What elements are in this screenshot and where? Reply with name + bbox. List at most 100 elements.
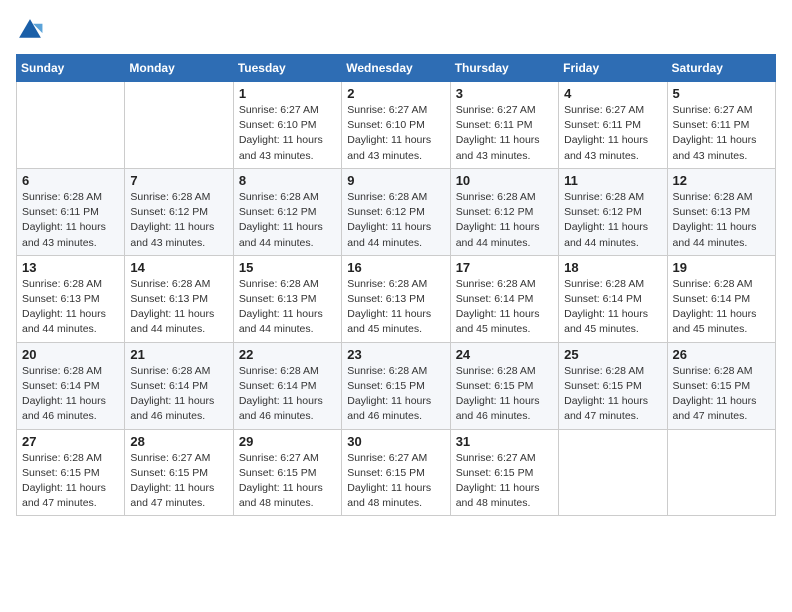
day-info: Sunrise: 6:28 AM Sunset: 6:14 PM Dayligh… — [673, 277, 770, 338]
day-info: Sunrise: 6:28 AM Sunset: 6:13 PM Dayligh… — [673, 190, 770, 251]
day-number: 16 — [347, 260, 444, 275]
calendar-week-row: 20Sunrise: 6:28 AM Sunset: 6:14 PM Dayli… — [17, 342, 776, 429]
calendar-week-row: 6 Sunrise: 6:28 AM Sunset: 6:11 PM Daylig… — [17, 168, 776, 255]
calendar-cell — [125, 82, 233, 169]
day-info: Sunrise: 6:28 AM Sunset: 6:15 PM Dayligh… — [347, 364, 444, 425]
day-info: Sunrise: 6:28 AM Sunset: 6:14 PM Dayligh… — [130, 364, 227, 425]
calendar-cell: 23 Sunrise: 6:28 AM Sunset: 6:15 PM Dayli… — [342, 342, 450, 429]
day-number: 29 — [239, 434, 336, 449]
day-info: Sunrise: 6:28 AM Sunset: 6:15 PM Dayligh… — [673, 364, 770, 425]
day-info: Sunrise: 6:27 AM Sunset: 6:10 PM Dayligh… — [239, 103, 336, 164]
day-number: 25 — [564, 347, 661, 362]
day-number: 10 — [456, 173, 553, 188]
calendar-cell: 7 Sunrise: 6:28 AM Sunset: 6:12 PM Daylig… — [125, 168, 233, 255]
calendar-cell: 9 Sunrise: 6:28 AM Sunset: 6:12 PM Daylig… — [342, 168, 450, 255]
day-of-week-header: Saturday — [667, 55, 775, 82]
day-info: Sunrise: 6:27 AM Sunset: 6:15 PM Dayligh… — [347, 451, 444, 512]
day-number: 4 — [564, 86, 661, 101]
day-info: Sunrise: 6:28 AM Sunset: 6:15 PM Dayligh… — [22, 451, 119, 512]
calendar-cell: 30 Sunrise: 6:27 AM Sunset: 6:15 PM Dayli… — [342, 429, 450, 516]
day-number: 23 — [347, 347, 444, 362]
day-info: Sunrise: 6:27 AM Sunset: 6:15 PM Dayligh… — [456, 451, 553, 512]
calendar-cell: 13 Sunrise: 6:28 AM Sunset: 6:13 PM Dayli… — [17, 255, 125, 342]
day-info: Sunrise: 6:28 AM Sunset: 6:14 PM Dayligh… — [239, 364, 336, 425]
day-number: 27 — [22, 434, 119, 449]
day-of-week-header: Thursday — [450, 55, 558, 82]
day-number: 26 — [673, 347, 770, 362]
day-of-week-header: Friday — [559, 55, 667, 82]
day-number: 8 — [239, 173, 336, 188]
logo — [16, 16, 48, 44]
day-info: Sunrise: 6:27 AM Sunset: 6:15 PM Dayligh… — [239, 451, 336, 512]
calendar-header-row: SundayMondayTuesdayWednesdayThursdayFrid… — [17, 55, 776, 82]
day-info: Sunrise: 6:28 AM Sunset: 6:12 PM Dayligh… — [130, 190, 227, 251]
day-number: 14 — [130, 260, 227, 275]
calendar-cell — [559, 429, 667, 516]
calendar-cell: 26 Sunrise: 6:28 AM Sunset: 6:15 PM Dayli… — [667, 342, 775, 429]
day-info: Sunrise: 6:28 AM Sunset: 6:12 PM Dayligh… — [564, 190, 661, 251]
day-info: Sunrise: 6:28 AM Sunset: 6:13 PM Dayligh… — [130, 277, 227, 338]
day-info: Sunrise: 6:27 AM Sunset: 6:15 PM Dayligh… — [130, 451, 227, 512]
calendar-cell: 18 Sunrise: 6:28 AM Sunset: 6:14 PM Dayli… — [559, 255, 667, 342]
calendar-cell: 20Sunrise: 6:28 AM Sunset: 6:14 PM Dayli… — [17, 342, 125, 429]
calendar-cell: 17Sunrise: 6:28 AM Sunset: 6:14 PM Dayli… — [450, 255, 558, 342]
day-number: 6 — [22, 173, 119, 188]
day-info: Sunrise: 6:27 AM Sunset: 6:11 PM Dayligh… — [564, 103, 661, 164]
calendar-cell: 6 Sunrise: 6:28 AM Sunset: 6:11 PM Daylig… — [17, 168, 125, 255]
calendar-cell: 5 Sunrise: 6:27 AM Sunset: 6:11 PM Daylig… — [667, 82, 775, 169]
calendar-cell: 3Sunrise: 6:27 AM Sunset: 6:11 PM Daylig… — [450, 82, 558, 169]
day-info: Sunrise: 6:27 AM Sunset: 6:11 PM Dayligh… — [456, 103, 553, 164]
day-number: 11 — [564, 173, 661, 188]
day-number: 2 — [347, 86, 444, 101]
calendar-cell: 11 Sunrise: 6:28 AM Sunset: 6:12 PM Dayli… — [559, 168, 667, 255]
calendar-cell: 15Sunrise: 6:28 AM Sunset: 6:13 PM Dayli… — [233, 255, 341, 342]
calendar-cell: 25Sunrise: 6:28 AM Sunset: 6:15 PM Dayli… — [559, 342, 667, 429]
calendar-cell: 10Sunrise: 6:28 AM Sunset: 6:12 PM Dayli… — [450, 168, 558, 255]
day-info: Sunrise: 6:28 AM Sunset: 6:13 PM Dayligh… — [347, 277, 444, 338]
day-number: 17 — [456, 260, 553, 275]
calendar-cell: 1 Sunrise: 6:27 AM Sunset: 6:10 PM Daylig… — [233, 82, 341, 169]
day-info: Sunrise: 6:28 AM Sunset: 6:12 PM Dayligh… — [347, 190, 444, 251]
calendar-cell: 29 Sunrise: 6:27 AM Sunset: 6:15 PM Dayli… — [233, 429, 341, 516]
day-number: 7 — [130, 173, 227, 188]
day-of-week-header: Sunday — [17, 55, 125, 82]
day-of-week-header: Tuesday — [233, 55, 341, 82]
day-number: 22 — [239, 347, 336, 362]
calendar-week-row: 13 Sunrise: 6:28 AM Sunset: 6:13 PM Dayli… — [17, 255, 776, 342]
calendar-cell: 2 Sunrise: 6:27 AM Sunset: 6:10 PM Daylig… — [342, 82, 450, 169]
day-number: 30 — [347, 434, 444, 449]
day-number: 13 — [22, 260, 119, 275]
day-number: 21 — [130, 347, 227, 362]
calendar-cell: 21 Sunrise: 6:28 AM Sunset: 6:14 PM Dayli… — [125, 342, 233, 429]
day-number: 15 — [239, 260, 336, 275]
day-info: Sunrise: 6:28 AM Sunset: 6:14 PM Dayligh… — [564, 277, 661, 338]
day-info: Sunrise: 6:27 AM Sunset: 6:10 PM Dayligh… — [347, 103, 444, 164]
calendar-cell: 14 Sunrise: 6:28 AM Sunset: 6:13 PM Dayli… — [125, 255, 233, 342]
day-info: Sunrise: 6:27 AM Sunset: 6:11 PM Dayligh… — [673, 103, 770, 164]
day-number: 19 — [673, 260, 770, 275]
day-info: Sunrise: 6:28 AM Sunset: 6:11 PM Dayligh… — [22, 190, 119, 251]
day-info: Sunrise: 6:28 AM Sunset: 6:12 PM Dayligh… — [239, 190, 336, 251]
calendar-cell: 28 Sunrise: 6:27 AM Sunset: 6:15 PM Dayli… — [125, 429, 233, 516]
day-info: Sunrise: 6:28 AM Sunset: 6:13 PM Dayligh… — [22, 277, 119, 338]
day-info: Sunrise: 6:28 AM Sunset: 6:15 PM Dayligh… — [456, 364, 553, 425]
day-number: 24 — [456, 347, 553, 362]
calendar-cell — [17, 82, 125, 169]
calendar-week-row: 27 Sunrise: 6:28 AM Sunset: 6:15 PM Dayli… — [17, 429, 776, 516]
calendar-cell: 8 Sunrise: 6:28 AM Sunset: 6:12 PM Daylig… — [233, 168, 341, 255]
day-number: 12 — [673, 173, 770, 188]
calendar-cell: 12 Sunrise: 6:28 AM Sunset: 6:13 PM Dayli… — [667, 168, 775, 255]
day-number: 5 — [673, 86, 770, 101]
calendar-cell: 27 Sunrise: 6:28 AM Sunset: 6:15 PM Dayli… — [17, 429, 125, 516]
calendar-cell: 19 Sunrise: 6:28 AM Sunset: 6:14 PM Dayli… — [667, 255, 775, 342]
calendar-cell — [667, 429, 775, 516]
day-number: 9 — [347, 173, 444, 188]
calendar-cell: 31Sunrise: 6:27 AM Sunset: 6:15 PM Dayli… — [450, 429, 558, 516]
day-info: Sunrise: 6:28 AM Sunset: 6:14 PM Dayligh… — [22, 364, 119, 425]
day-number: 18 — [564, 260, 661, 275]
day-number: 28 — [130, 434, 227, 449]
day-number: 1 — [239, 86, 336, 101]
logo-icon — [16, 16, 44, 44]
calendar-week-row: 1 Sunrise: 6:27 AM Sunset: 6:10 PM Daylig… — [17, 82, 776, 169]
day-of-week-header: Wednesday — [342, 55, 450, 82]
